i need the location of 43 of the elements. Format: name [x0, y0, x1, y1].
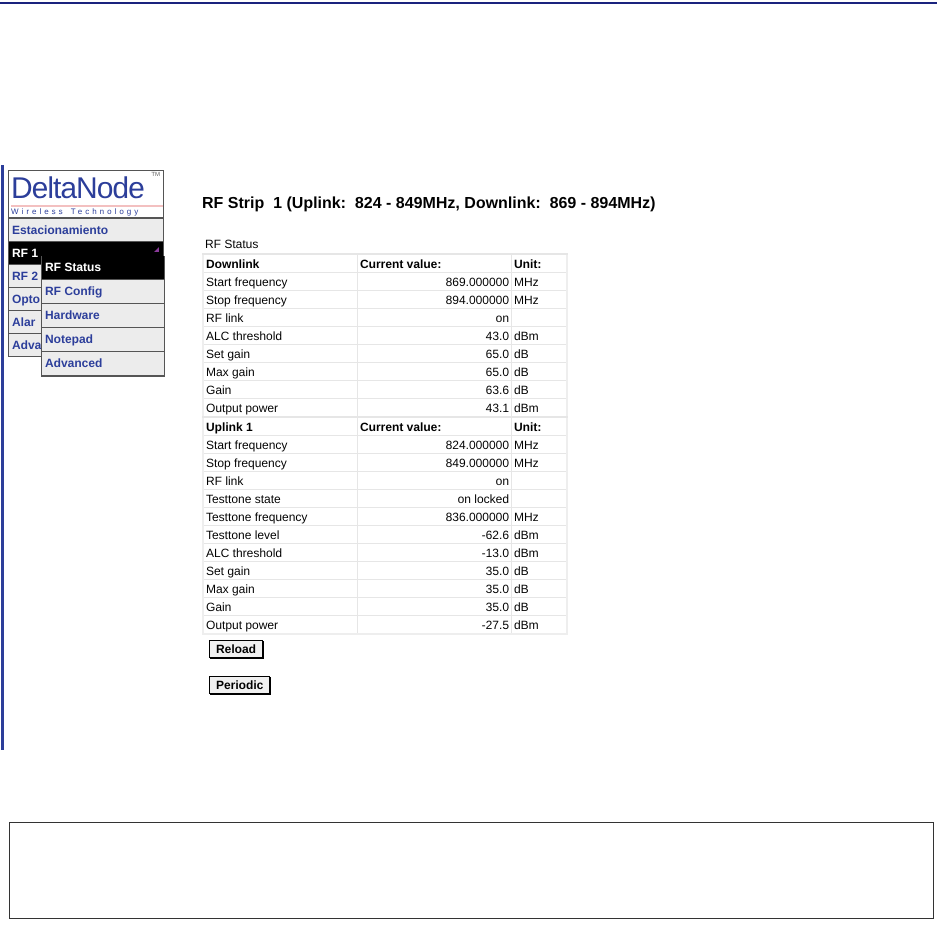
- table-cell: 824.000000: [358, 436, 512, 454]
- table-cell: Start frequency: [203, 436, 358, 454]
- table-cell: on locked: [358, 490, 512, 508]
- table-cell: RF link: [203, 472, 358, 490]
- column-header: Uplink 1: [203, 417, 358, 436]
- page-title: RF Strip 1 (Uplink: 824 - 849MHz, Downlink: 869 - 894MHz): [202, 195, 656, 213]
- table-cell: Testtone frequency: [203, 508, 358, 526]
- table-cell: 894.000000: [358, 290, 512, 308]
- column-header: Current value:: [358, 417, 512, 436]
- column-header: Unit:: [512, 417, 567, 436]
- column-header: Downlink: [203, 254, 358, 272]
- table-cell: on: [358, 308, 512, 326]
- table-cell: Stop frequency: [203, 290, 358, 308]
- table-cell: -62.6: [358, 526, 512, 544]
- table-cell: RF link: [203, 308, 358, 326]
- table-cell: Set gain: [203, 562, 358, 580]
- table-cell: Testtone state: [203, 490, 358, 508]
- table-cell: Gain: [203, 598, 358, 616]
- table-cell: 65.0: [358, 362, 512, 380]
- table-cell: 849.000000: [358, 454, 512, 472]
- table-cell: 869.000000: [358, 272, 512, 290]
- table-caption: RF Status: [205, 237, 260, 251]
- table-cell: 63.6: [358, 380, 512, 398]
- table-cell: Set gain: [203, 344, 358, 362]
- table-cell: 35.0: [358, 562, 512, 580]
- column-header: Current value:: [358, 254, 512, 272]
- table-cell: 836.000000: [358, 508, 512, 526]
- table-cell: on: [358, 472, 512, 490]
- table-cell: 43.0: [358, 326, 512, 344]
- column-header: Unit:: [512, 254, 567, 272]
- table-cell: Max gain: [203, 362, 358, 380]
- table-cell: Testtone level: [203, 526, 358, 544]
- table-cell: Stop frequency: [203, 454, 358, 472]
- table-cell: 35.0: [358, 580, 512, 598]
- table-cell: 65.0: [358, 344, 512, 362]
- logo-tagline: Wireless Technology: [11, 207, 142, 217]
- table-cell: Max gain: [203, 580, 358, 598]
- table-cell: 35.0: [358, 598, 512, 616]
- table-cell: ALC threshold: [203, 544, 358, 562]
- table-cell: -13.0: [358, 544, 512, 562]
- table-cell: Start frequency: [203, 272, 358, 290]
- table-cell: ALC threshold: [203, 326, 358, 344]
- table-cell: Gain: [203, 380, 358, 398]
